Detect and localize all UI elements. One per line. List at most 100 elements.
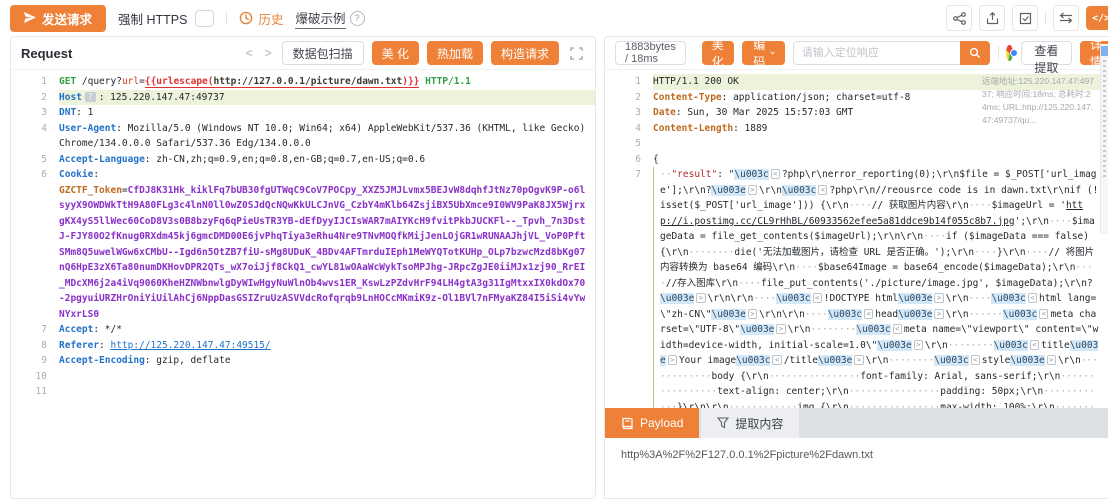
send-request-button[interactable]: 发送请求 — [10, 5, 106, 32]
response-search-group — [793, 41, 990, 65]
code-line-content[interactable]: Host?: 125.220.147.47:49737 — [59, 90, 595, 106]
blast-example-group: 爆破示例 ? — [295, 8, 364, 29]
packet-scan-button[interactable]: 数据包扫描 — [282, 41, 364, 65]
clock-icon — [239, 11, 253, 25]
top-toolbar: 发送请求 强制 HTTPS 历史 爆破示例 ? </> — [0, 0, 1108, 36]
code-line[interactable]: 10 — [11, 369, 595, 385]
response-meta-info: 远端地址:125.220.147.47:49737; 响应时间:18ms; 总耗… — [982, 75, 1094, 127]
code-line[interactable]: 4User-Agent: Mozilla/5.0 (Windows NT 10.… — [11, 121, 595, 152]
response-stats-badge: 1883bytes / 18ms — [615, 41, 686, 65]
line-number: 5 — [605, 136, 653, 152]
view-extract-results-button[interactable]: 查看提取结果 — [1021, 41, 1072, 65]
code-line[interactable]: 5Accept-Language: zh-CN,zh;q=0.9,en;q=0.… — [11, 152, 595, 168]
payload-value: http%3A%2F%2F127.0.0.1%2Fpicture%2Fdawn.… — [621, 449, 873, 461]
host-hint-badge[interactable]: ? — [85, 92, 96, 102]
response-panel-header: 1883bytes / 18ms 美化 编码 查看提取结果 详情 — [605, 37, 1108, 70]
collapsed-side-panel[interactable] — [1100, 44, 1108, 234]
response-body-json[interactable]: ··"result": "\u003c<?php\r\nerror_report… — [653, 167, 1108, 408]
code-line[interactable]: 2Host?: 125.220.147.47:49737 — [11, 90, 595, 106]
chevron-right-icon[interactable]: > — [263, 46, 274, 60]
import-icon[interactable] — [1012, 5, 1038, 31]
code-line-content[interactable]: User-Agent: Mozilla/5.0 (Windows NT 10.0… — [59, 121, 595, 152]
fullscreen-icon[interactable] — [567, 44, 585, 62]
code-line[interactable]: 11 — [11, 384, 595, 400]
code-line[interactable]: 6{ — [605, 152, 1108, 168]
line-number: 6 — [605, 152, 653, 168]
send-request-label: 发送请求 — [42, 9, 92, 28]
code-line-content[interactable]: { — [653, 152, 1108, 168]
toolbar-right-icons: </> — [946, 5, 1108, 31]
tab-payload-label: Payload — [640, 416, 683, 430]
force-https-label: 强制 HTTPS — [118, 9, 187, 28]
code-line-content[interactable]: Accept-Language: zh-CN,zh;q=0.9,en;q=0.8… — [59, 152, 595, 168]
line-number: 2 — [11, 90, 59, 106]
tab-extract-label: 提取内容 — [735, 415, 783, 432]
collapsed-panel-ticks — [1103, 60, 1106, 180]
history-label: 历史 — [258, 9, 283, 28]
line-number: 4 — [605, 121, 653, 137]
line-number: 3 — [605, 105, 653, 121]
line-number: 4 — [11, 121, 59, 152]
toolbar-divider — [226, 11, 227, 25]
help-question-icon[interactable]: ? — [350, 11, 365, 26]
code-line[interactable]: 8Referer: http://125.220.147.47:49515/ — [11, 338, 595, 354]
line-number: 6 — [11, 167, 59, 322]
code-line[interactable]: 5 — [605, 136, 1108, 152]
code-line[interactable]: 9Accept-Encoding: gzip, deflate — [11, 353, 595, 369]
funnel-icon — [717, 417, 729, 429]
code-line[interactable]: 6Cookie: GZCTF_Token=CfDJ8K31Hk_kiklFq7b… — [11, 167, 595, 322]
hot-reload-button[interactable]: 热加载 — [427, 41, 483, 65]
code-line-content[interactable]: Referer: http://125.220.147.47:49515/ — [59, 338, 595, 354]
chevron-left-icon[interactable]: < — [244, 46, 255, 60]
code-line-content[interactable]: GET /query?url={{urlescape(http://127.0.… — [59, 74, 595, 90]
code-line-content[interactable] — [653, 136, 1108, 152]
code-line[interactable]: 7··"result": "\u003c<?php\r\nerror_repor… — [605, 167, 1108, 408]
locate-response-input[interactable] — [793, 41, 960, 65]
toolbar-divider-2 — [1045, 11, 1046, 25]
main-panels: Request < > 数据包扫描 美 化 热加载 构造请求 1GET /que… — [10, 36, 1108, 499]
swap-icon[interactable] — [1053, 5, 1079, 31]
code-line-content[interactable]: Cookie: GZCTF_Token=CfDJ8K31Hk_kiklFq7bU… — [59, 167, 595, 322]
beautify-response-button[interactable]: 美化 — [702, 41, 734, 65]
response-bottom-tabbar: Payload 提取内容 — [605, 408, 1108, 438]
code-view-button[interactable]: </> — [1086, 6, 1108, 30]
line-number: 7 — [605, 167, 653, 408]
chevron-down-icon — [770, 50, 775, 56]
line-number: 7 — [11, 322, 59, 338]
share-icon[interactable] — [946, 5, 972, 31]
line-number: 1 — [605, 74, 653, 90]
force-https-group: 强制 HTTPS — [118, 9, 214, 28]
search-button[interactable] — [960, 41, 990, 65]
code-line-content[interactable]: Accept-Encoding: gzip, deflate — [59, 353, 595, 369]
encode-label: 编码 — [752, 36, 767, 70]
construct-request-button[interactable]: 构造请求 — [491, 41, 559, 65]
code-line-content[interactable] — [59, 369, 595, 385]
code-line[interactable]: 1GET /query?url={{urlescape(http://127.0… — [11, 74, 595, 90]
line-number: 5 — [11, 152, 59, 168]
tab-payload[interactable]: Payload — [605, 408, 699, 438]
response-editor[interactable]: 远端地址:125.220.147.47:49737; 响应时间:18ms; 总耗… — [605, 70, 1108, 408]
beautify-request-button[interactable]: 美 化 — [372, 41, 419, 65]
code-line-content[interactable]: DNT: 1 — [59, 105, 595, 121]
export-icon[interactable] — [979, 5, 1005, 31]
chrome-icon[interactable] — [1006, 45, 1013, 61]
search-icon — [969, 47, 981, 59]
code-line-content[interactable] — [59, 384, 595, 400]
history-button[interactable]: 历史 — [239, 9, 283, 28]
blast-example-link[interactable]: 爆破示例 — [295, 8, 345, 29]
fuzzer-page: { "toolbar": { "send_label": "发送请求", "fo… — [0, 0, 1108, 499]
line-number: 3 — [11, 105, 59, 121]
force-https-checkbox[interactable] — [195, 10, 214, 27]
line-number: 8 — [11, 338, 59, 354]
code-line[interactable]: 7Accept: */* — [11, 322, 595, 338]
tab-extract-content[interactable]: 提取内容 — [701, 408, 799, 438]
code-line-content[interactable]: Accept: */* — [59, 322, 595, 338]
response-panel: 1883bytes / 18ms 美化 编码 查看提取结果 详情 远端地址:12… — [604, 36, 1108, 499]
encode-dropdown-button[interactable]: 编码 — [742, 41, 785, 65]
request-editor[interactable]: 1GET /query?url={{urlescape(http://127.0… — [11, 70, 595, 498]
paper-plane-icon — [24, 12, 36, 24]
request-panel: Request < > 数据包扫描 美 化 热加载 构造请求 1GET /que… — [10, 36, 596, 499]
payload-content: http%3A%2F%2F127.0.0.1%2Fpicture%2Fdawn.… — [605, 438, 1108, 498]
code-line[interactable]: 3DNT: 1 — [11, 105, 595, 121]
line-number: 1 — [11, 74, 59, 90]
